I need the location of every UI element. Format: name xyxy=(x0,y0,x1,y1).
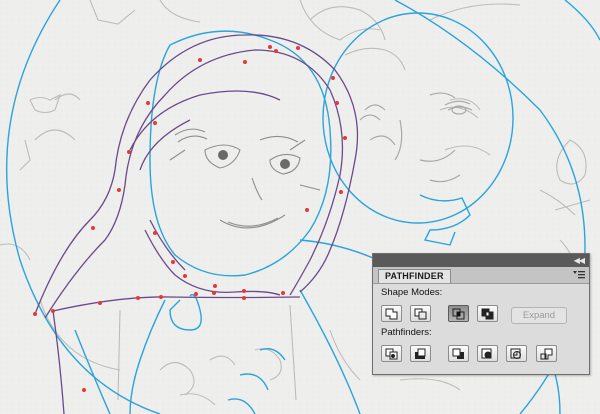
tab-pathfinder[interactable]: PATHFINDER xyxy=(378,269,451,283)
unite-button[interactable] xyxy=(381,305,402,322)
exclude-button[interactable] xyxy=(477,305,498,322)
unite-icon xyxy=(385,308,398,320)
outline-button[interactable] xyxy=(506,345,527,362)
minus-back-button[interactable] xyxy=(536,345,557,362)
panel-tab-row: PATHFINDER xyxy=(373,267,589,284)
pathfinder-panel: ◀◀ PATHFINDER Shape Modes: Expand Pathfi… xyxy=(372,253,590,375)
crop-button[interactable] xyxy=(477,345,498,362)
trim-icon xyxy=(415,348,426,359)
intersect-icon xyxy=(452,308,465,320)
panel-menu-icon[interactable] xyxy=(573,270,585,280)
minus-front-button[interactable] xyxy=(410,305,431,322)
divide-icon xyxy=(385,348,398,360)
outline-icon xyxy=(510,348,521,359)
minus-front-icon xyxy=(414,308,427,320)
panel-title-bar[interactable]: ◀◀ xyxy=(373,254,589,267)
pathfinders-label: Pathfinders: xyxy=(381,327,432,338)
minus-back-icon xyxy=(540,348,553,360)
trim-button[interactable] xyxy=(410,345,431,362)
shape-modes-label: Shape Modes: xyxy=(381,287,443,298)
collapse-panel-icon[interactable]: ◀◀ xyxy=(574,255,585,266)
crop-icon xyxy=(481,348,492,359)
merge-button[interactable] xyxy=(448,345,469,362)
merge-icon xyxy=(452,348,464,359)
intersect-button[interactable] xyxy=(448,305,469,322)
divide-button[interactable] xyxy=(381,345,402,362)
expand-button[interactable]: Expand xyxy=(511,307,567,324)
exclude-icon xyxy=(481,308,494,320)
